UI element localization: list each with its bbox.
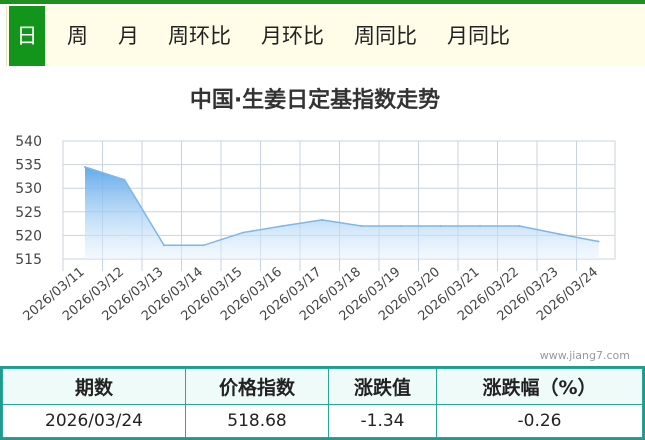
data-point bbox=[439, 224, 442, 227]
top-accent-line bbox=[0, 0, 645, 4]
data-point bbox=[400, 224, 402, 227]
data-point bbox=[281, 224, 284, 227]
y-tick-label: 540 bbox=[15, 134, 42, 150]
cell-change-percent: -0.26 bbox=[436, 404, 643, 438]
header-change-value: 涨跌值 bbox=[328, 368, 437, 405]
index-chart-svg: 中国·生姜日定基指数走势 5405355305255205152026/03/1… bbox=[15, 87, 630, 362]
data-point bbox=[360, 224, 363, 227]
watermark-text: www.jiang7.com bbox=[540, 349, 630, 362]
data-point bbox=[558, 232, 560, 235]
data-point bbox=[84, 165, 86, 168]
header-period: 期数 bbox=[2, 368, 186, 405]
header-change-percent: 涨跌幅（%） bbox=[436, 368, 643, 405]
data-point bbox=[597, 240, 600, 243]
summary-table: 期数 价格指数 涨跌值 涨跌幅（%） 2026/03/24 518.68 -1.… bbox=[0, 366, 645, 440]
tab-week[interactable]: 周 bbox=[67, 6, 88, 66]
y-tick-label: 515 bbox=[15, 252, 42, 268]
tab-month-year-on-year[interactable]: 月同比 bbox=[447, 6, 510, 66]
y-tick-label: 530 bbox=[15, 181, 42, 197]
tab-day[interactable]: 日 bbox=[9, 6, 45, 66]
data-point bbox=[518, 224, 521, 227]
index-chart: 中国·生姜日定基指数走势 540 535 530 525 520 515 2026/03/1… bbox=[0, 70, 645, 366]
cell-change-value: -1.34 bbox=[328, 404, 437, 438]
data-point bbox=[163, 244, 165, 247]
data-point bbox=[242, 231, 244, 234]
cell-price-index: 518.68 bbox=[185, 404, 329, 438]
data-point bbox=[321, 218, 323, 221]
cell-period: 2026/03/24 bbox=[2, 404, 186, 438]
y-tick-label: 525 bbox=[15, 205, 42, 221]
header-price-index: 价格指数 bbox=[185, 368, 329, 405]
data-point bbox=[479, 224, 481, 227]
tab-month[interactable]: 月 bbox=[118, 6, 139, 66]
series-area bbox=[85, 166, 599, 259]
tab-week-on-week[interactable]: 周环比 bbox=[168, 6, 231, 66]
data-point bbox=[202, 244, 205, 247]
data-point bbox=[123, 178, 126, 181]
tab-month-on-month[interactable]: 月环比 bbox=[261, 6, 324, 66]
tab-week-year-on-year[interactable]: 周同比 bbox=[354, 6, 417, 66]
chart-title: 中国·生姜日定基指数走势 bbox=[190, 87, 440, 113]
y-tick-label: 535 bbox=[15, 158, 42, 174]
y-tick-label: 520 bbox=[15, 228, 42, 244]
table-row: 2026/03/24 518.68 -1.34 -0.26 bbox=[2, 404, 643, 438]
table-header-row: 期数 价格指数 涨跌值 涨跌幅（%） bbox=[2, 368, 643, 405]
period-tab-bar: 日 周 月 周环比 月环比 周同比 月同比 bbox=[6, 6, 645, 66]
